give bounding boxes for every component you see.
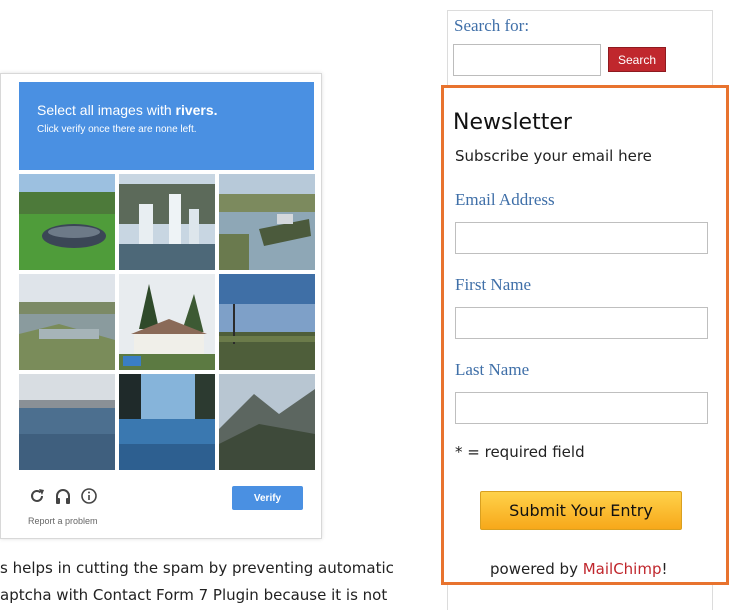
captcha-tile-house-trees[interactable] xyxy=(119,274,215,370)
search-label: Search for: xyxy=(454,16,530,35)
captcha-title-keyword: rivers. xyxy=(175,102,218,118)
captcha-tile-mountain[interactable] xyxy=(219,374,315,470)
last-name-label: Last Name xyxy=(455,360,530,379)
captcha-tile-riverbank[interactable] xyxy=(19,274,115,370)
captcha-subtitle: Click verify once there are none left. xyxy=(37,124,197,135)
first-name-field[interactable] xyxy=(455,307,708,339)
captcha-header: Select all images with rivers. Click ver… xyxy=(19,82,314,170)
article-text-line-2: aptcha with Contact Form 7 Plugin becaus… xyxy=(0,586,388,604)
email-field[interactable] xyxy=(455,222,708,254)
newsletter-title: Newsletter xyxy=(453,110,572,135)
captcha-tile-grass-boat[interactable] xyxy=(19,174,115,270)
captcha-title: Select all images with rivers. xyxy=(37,102,218,118)
submit-entry-button[interactable]: Submit Your Entry xyxy=(480,491,682,530)
info-icon[interactable] xyxy=(80,487,98,505)
captcha-image-grid xyxy=(19,174,315,470)
required-note: * = required field xyxy=(455,443,585,461)
headphones-icon[interactable] xyxy=(54,487,72,505)
powered-suffix: ! xyxy=(661,560,668,578)
captcha-footer: Verify Report a problem xyxy=(1,469,321,539)
mailchimp-link[interactable]: MailChimp xyxy=(583,560,662,578)
article-text: s helps in cutting the spam by preventin… xyxy=(0,555,420,609)
article-text-line-1: s helps in cutting the spam by preventin… xyxy=(0,559,394,577)
last-name-field[interactable] xyxy=(455,392,708,424)
first-name-label: First Name xyxy=(455,275,532,294)
report-problem-link[interactable]: Report a problem xyxy=(28,516,98,526)
search-input[interactable] xyxy=(453,44,601,76)
captcha-tile-sea-horizon[interactable] xyxy=(19,374,115,470)
search-button[interactable]: Search xyxy=(608,47,666,72)
newsletter-subtitle: Subscribe your email here xyxy=(455,147,652,165)
captcha-tile-canal-boats[interactable] xyxy=(219,174,315,270)
captcha-tile-field-pole[interactable] xyxy=(219,274,315,370)
captcha-tile-flooded-street[interactable] xyxy=(119,374,215,470)
reload-icon[interactable] xyxy=(28,487,46,505)
email-label: Email Address xyxy=(455,190,555,209)
captcha-title-text: Select all images with xyxy=(37,102,176,118)
captcha-tile-fountain[interactable] xyxy=(119,174,215,270)
powered-prefix: powered by xyxy=(490,560,583,578)
powered-by: powered by MailChimp! xyxy=(490,560,667,578)
recaptcha-widget: Select all images with rivers. Click ver… xyxy=(0,73,322,539)
verify-button[interactable]: Verify xyxy=(232,486,303,510)
